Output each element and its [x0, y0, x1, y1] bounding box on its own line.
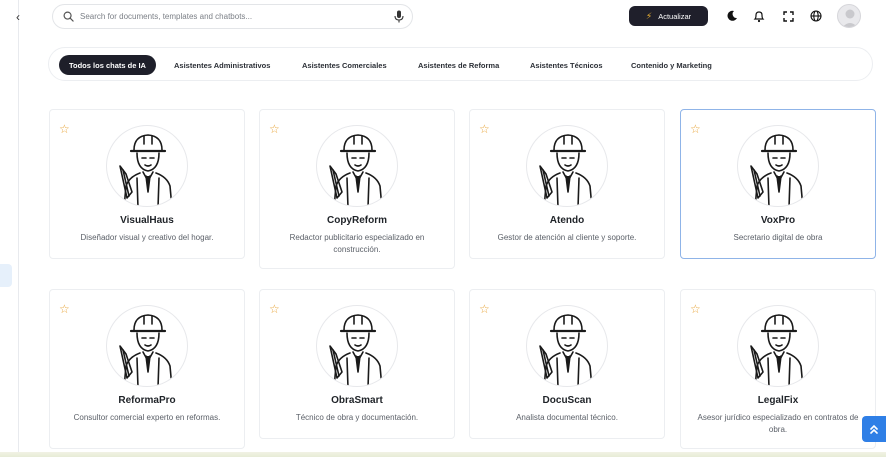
assistant-name: Atendo: [549, 215, 585, 226]
assistant-description: Secretario digital de obra: [733, 233, 823, 242]
tab-admin-assistants[interactable]: Asistentes Administrativos: [174, 55, 270, 75]
star-icon[interactable]: ☆: [269, 303, 280, 315]
star-icon[interactable]: ☆: [59, 303, 70, 315]
category-tabs: Todos los chats de IA Asistentes Adminis…: [48, 47, 873, 81]
search-input[interactable]: [80, 12, 380, 21]
double-chevron-up-icon: [870, 424, 878, 434]
tab-commercial-assistants[interactable]: Asistentes Comerciales: [302, 55, 387, 75]
assistant-avatar: [316, 305, 398, 387]
star-icon[interactable]: ☆: [269, 123, 280, 135]
assistant-description: Técnico de obra y documentación.: [295, 413, 419, 422]
upgrade-label: Actualizar: [658, 11, 692, 21]
bolt-icon: ⚡: [645, 10, 653, 21]
bell-icon[interactable]: [752, 9, 766, 23]
fullscreen-icon[interactable]: [781, 9, 795, 23]
rail-tab[interactable]: [0, 264, 12, 287]
dark-mode-icon[interactable]: [725, 9, 739, 23]
search-bar[interactable]: [52, 4, 413, 29]
assistant-card[interactable]: ☆ ReformaPro Consultor comercial experto…: [49, 289, 245, 449]
assistant-avatar: [316, 125, 398, 207]
assistant-description: Analista documental técnico.: [516, 413, 618, 422]
topbar: ⚡ Actualizar: [19, 0, 886, 36]
upgrade-button[interactable]: ⚡ Actualizar: [629, 6, 708, 26]
globe-icon[interactable]: [809, 9, 823, 23]
assistant-description: Gestor de atención al cliente y soporte.: [497, 233, 637, 242]
bottom-divider: [0, 452, 886, 457]
assistant-avatar: [106, 125, 188, 207]
tab-all-chats[interactable]: Todos los chats de IA: [59, 55, 156, 75]
assistant-avatar: [737, 305, 819, 387]
assistant-card[interactable]: ☆ LegalFix Asesor jurídico especializado…: [680, 289, 876, 449]
assistant-card[interactable]: ☆ Atendo Gestor de atención al cliente y…: [469, 109, 665, 259]
assistant-name: DocuScan: [542, 395, 592, 406]
assistant-description: Consultor comercial experto en reformas.: [73, 413, 221, 422]
microphone-icon[interactable]: [394, 10, 404, 23]
assistant-avatar: [737, 125, 819, 207]
tab-technical-assistants[interactable]: Asistentes Técnicos: [530, 55, 603, 75]
assistant-avatar: [526, 305, 608, 387]
assistant-description: Diseñador visual y creativo del hogar.: [80, 233, 214, 242]
assistant-card[interactable]: ☆ DocuScan Analista documental técnico.: [469, 289, 665, 439]
star-icon[interactable]: ☆: [479, 123, 490, 135]
star-icon[interactable]: ☆: [59, 123, 70, 135]
star-icon[interactable]: ☆: [479, 303, 490, 315]
assistant-name: LegalFix: [757, 395, 799, 406]
star-icon[interactable]: ☆: [690, 123, 701, 135]
assistant-card[interactable]: ☆ ObraSmart Técnico de obra y documentac…: [259, 289, 455, 439]
assistant-name: CopyReform: [326, 215, 387, 226]
assistant-card[interactable]: ☆ VoxPro Secretario digital de obra: [680, 109, 876, 259]
assistant-name: VisualHaus: [120, 215, 174, 226]
assistant-avatar: [106, 305, 188, 387]
search-icon: [63, 11, 74, 22]
assistant-description: Asesor jurídico especializado en contrat…: [697, 413, 859, 434]
left-rail: [0, 0, 19, 457]
tab-reform-assistants[interactable]: Asistentes de Reforma: [418, 55, 499, 75]
assistant-card[interactable]: ☆ VisualHaus Diseñador visual y creativo…: [49, 109, 245, 259]
assistant-avatar: [526, 125, 608, 207]
assistant-card[interactable]: ☆ CopyReform Redactor publicitario espec…: [259, 109, 455, 269]
scroll-to-top-button[interactable]: [862, 416, 886, 442]
assistant-description: Redactor publicitario especializado en c…: [289, 233, 425, 254]
star-icon[interactable]: ☆: [690, 303, 701, 315]
tab-content-marketing[interactable]: Contenido y Marketing: [631, 55, 712, 75]
assistant-name: VoxPro: [760, 215, 796, 226]
user-avatar[interactable]: [837, 4, 861, 28]
assistant-name: ObraSmart: [331, 395, 383, 406]
assistant-name: ReformaPro: [118, 395, 176, 406]
